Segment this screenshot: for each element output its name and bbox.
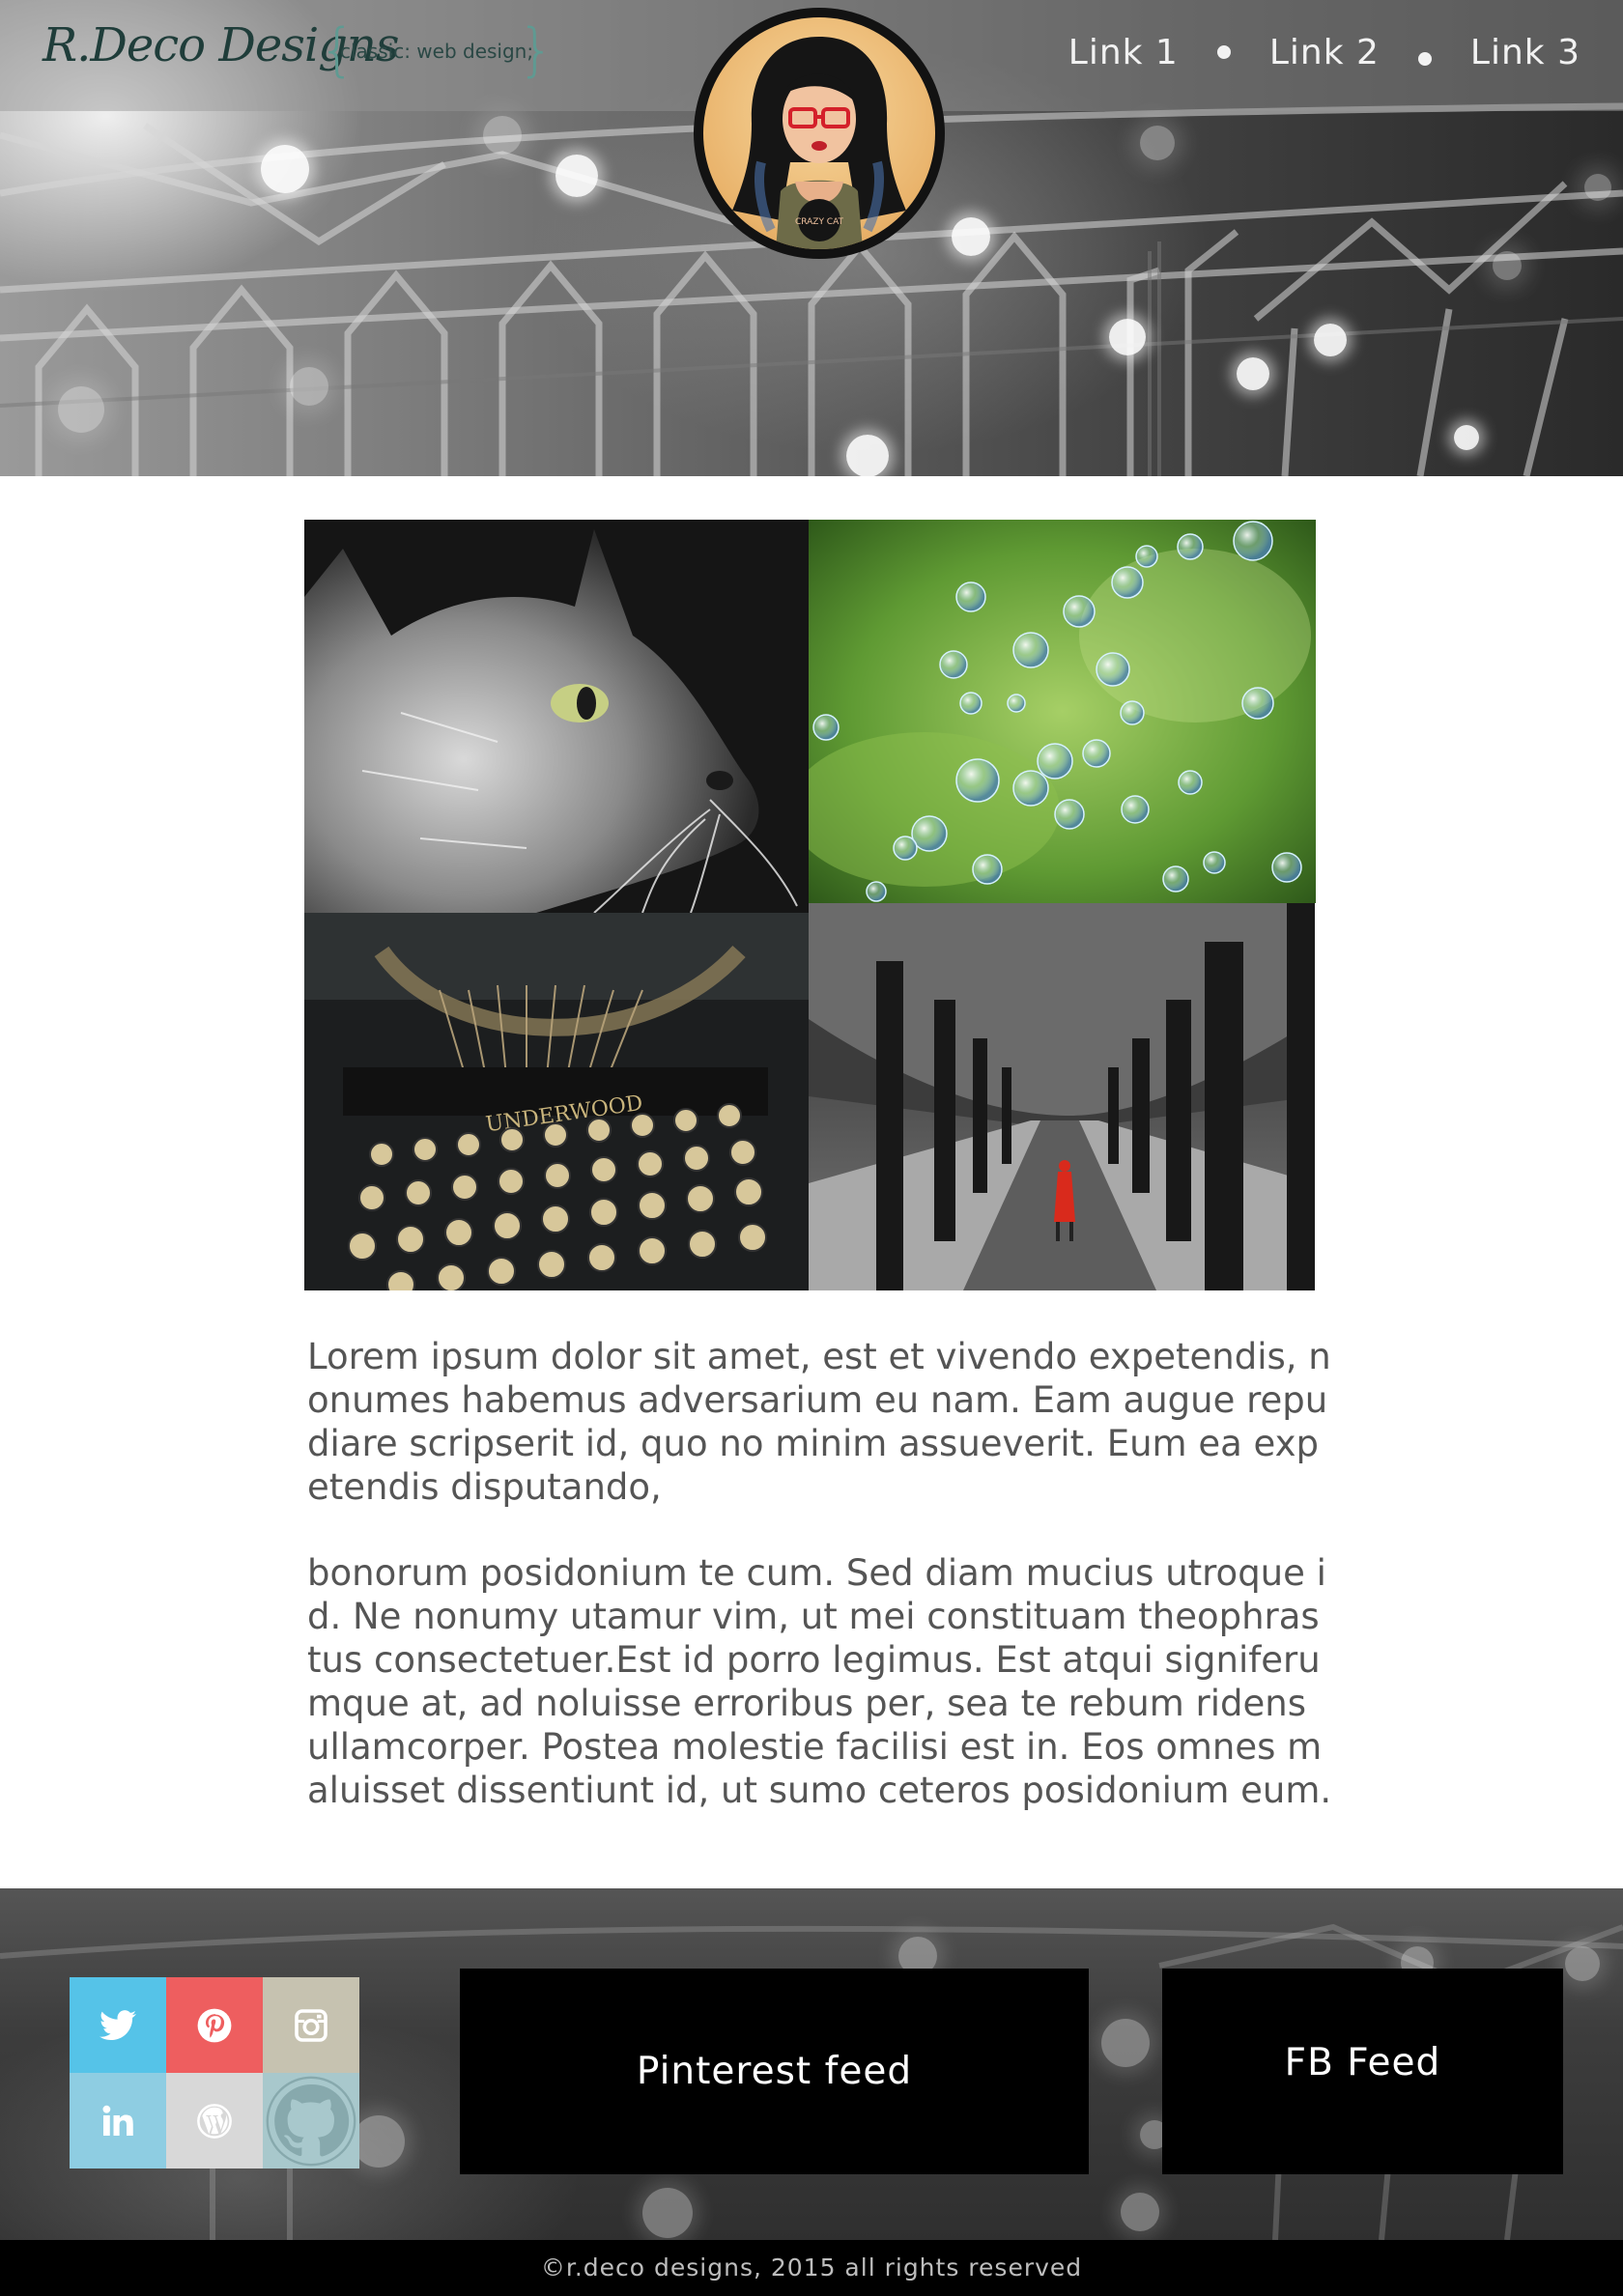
avatar-illustration: CRAZY CAT <box>703 17 935 249</box>
nav-link-2[interactable]: Link 2 <box>1269 33 1380 72</box>
copyright-text: ©r.deco designs, 2015 all rights reserve… <box>540 2253 1083 2282</box>
twitter-icon <box>100 2009 136 2040</box>
bokeh-light <box>1493 251 1522 280</box>
bokeh-light <box>1109 319 1146 355</box>
fb-feed-label: FB Feed <box>1284 2041 1441 2084</box>
nav-separator-dot-icon <box>1216 45 1231 59</box>
pinterest-link[interactable] <box>166 1977 263 2073</box>
twitter-link[interactable] <box>70 1977 166 2073</box>
bokeh-light <box>1121 2193 1159 2231</box>
bokeh-light <box>1237 357 1269 390</box>
bokeh-light <box>290 367 328 406</box>
bokeh-light <box>952 217 990 256</box>
gallery-image-cat[interactable] <box>304 520 809 913</box>
brace-right-icon: } <box>517 16 555 84</box>
bokeh-light <box>1454 425 1479 450</box>
content-paragraph: bonorum posidonium te cum. Sed diam muci… <box>307 1552 1332 1811</box>
bokeh-light <box>58 386 104 433</box>
pinterest-feed-box[interactable]: Pinterest feed <box>460 1969 1089 2174</box>
wordpress-link[interactable] <box>166 2073 263 2168</box>
nav-link-3[interactable]: Link 3 <box>1470 33 1580 72</box>
wordpress-icon <box>197 2103 232 2139</box>
content-paragraph: Lorem ipsum dolor sit amet, est et viven… <box>307 1336 1331 1508</box>
nav-link-1[interactable]: Link 1 <box>1068 33 1179 72</box>
linkedin-icon <box>102 2105 133 2136</box>
logo-tagline-text: classic: web design; <box>340 40 534 63</box>
main-nav: Link 1 Link 2 Link 3 <box>1068 23 1580 81</box>
logo-tagline: { classic: web design; } <box>319 21 555 83</box>
linkedin-link[interactable] <box>70 2073 166 2168</box>
github-icon <box>266 2076 356 2166</box>
hero-banner: R.Deco Designs { classic: web design; } <box>0 0 1623 476</box>
social-links <box>70 1977 359 2168</box>
gallery-image-tree-avenue[interactable] <box>809 903 1315 1290</box>
bokeh-light <box>1584 174 1611 201</box>
bokeh-light <box>1140 126 1175 160</box>
copyright-bar: ©r.deco designs, 2015 all rights reserve… <box>0 2240 1623 2296</box>
pinterest-icon <box>197 2008 232 2042</box>
bokeh-light <box>642 2188 693 2238</box>
bokeh-light <box>483 116 522 155</box>
footer: Pinterest feed FB Feed <box>0 1888 1623 2240</box>
gallery-image-typewriter[interactable]: UNDERWOOD <box>304 913 809 1290</box>
avatar-badge-text: CRAZY CAT <box>795 217 844 227</box>
bokeh-light <box>1565 1946 1600 1981</box>
content-section: Lorem ipsum dolor sit amet, est et viven… <box>307 1335 1333 1812</box>
brace-left-icon: { <box>319 16 356 84</box>
instagram-icon <box>295 2008 327 2042</box>
bokeh-light <box>261 145 309 193</box>
bokeh-light <box>846 435 889 476</box>
bokeh-light <box>555 155 598 197</box>
fb-feed-box[interactable]: FB Feed <box>1162 1969 1563 2174</box>
nav-separator-dot-icon <box>1417 52 1432 66</box>
gallery-image-bubbles[interactable] <box>809 520 1316 903</box>
pinterest-feed-label: Pinterest feed <box>636 2050 913 2093</box>
bokeh-light <box>1314 324 1347 356</box>
avatar: CRAZY CAT <box>694 8 945 259</box>
github-link[interactable] <box>263 2073 359 2168</box>
bokeh-light <box>1101 2019 1150 2067</box>
instagram-link[interactable] <box>263 1977 359 2073</box>
bokeh-light <box>353 2115 405 2168</box>
